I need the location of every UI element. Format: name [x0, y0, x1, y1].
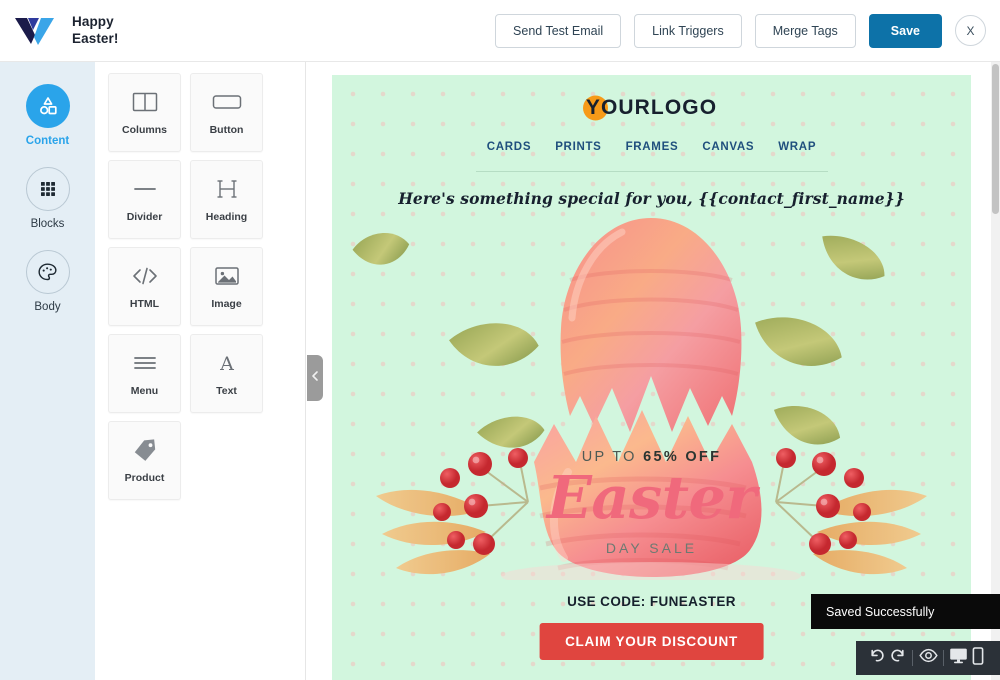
block-product[interactable]: Product [108, 421, 181, 500]
text-icon: A [215, 350, 239, 376]
email-content: YOURLOGO CARDS PRINTS FRAMES CANVAS WRAP… [332, 75, 971, 660]
send-test-email-button[interactable]: Send Test Email [495, 13, 622, 48]
nav-link-prints[interactable]: PRINTS [555, 141, 601, 153]
top-bar-actions: Send Test Email Link Triggers Merge Tags… [495, 13, 1000, 48]
blocks-grid: Columns Button Divider Heading HTML Imag… [108, 73, 298, 500]
mobile-view-button[interactable] [968, 645, 988, 671]
divider-icon [132, 176, 158, 202]
email-nav: CARDS PRINTS FRAMES CANVAS WRAP [332, 141, 971, 153]
block-label-image: Image [211, 298, 242, 310]
email-headline[interactable]: Here's something special for you, {{cont… [332, 189, 971, 208]
nav-link-canvas[interactable]: CANVAS [702, 141, 754, 153]
email-logo-row: YOURLOGO [332, 75, 971, 121]
svg-text:A: A [219, 353, 234, 375]
easter-title: Easter [546, 463, 757, 532]
desktop-view-button[interactable] [949, 645, 969, 671]
blocks-panel: Columns Button Divider Heading HTML Imag… [95, 62, 306, 680]
merge-tags-button[interactable]: Merge Tags [754, 13, 856, 48]
toolbar-separator-2 [942, 650, 944, 666]
heading-icon [215, 176, 239, 202]
block-divider[interactable]: Divider [108, 160, 181, 239]
yourlogo: YOURLOGO [582, 95, 718, 121]
eye-icon [918, 648, 938, 668]
email-canvas[interactable]: YOURLOGO CARDS PRINTS FRAMES CANVAS WRAP… [306, 62, 1000, 680]
link-triggers-button[interactable]: Link Triggers [634, 13, 742, 48]
claim-discount-button[interactable]: CLAIM YOUR DISCOUNT [539, 623, 764, 660]
toast-message: Saved Successfully [826, 604, 935, 619]
close-button[interactable]: X [955, 15, 986, 46]
left-rail: Content Blocks Body [0, 62, 95, 680]
grid-dots-icon [25, 167, 70, 211]
block-text[interactable]: A Text [190, 334, 263, 413]
campaign-title: Happy Easter! [72, 13, 119, 46]
rail-label-content: Content [25, 135, 70, 147]
block-html[interactable]: HTML [108, 247, 181, 326]
mobile-icon [972, 646, 984, 670]
nav-link-frames[interactable]: FRAMES [626, 141, 679, 153]
block-label-button: Button [209, 124, 244, 136]
block-image[interactable]: Image [190, 247, 263, 326]
block-button[interactable]: Button [190, 73, 263, 152]
image-icon [214, 263, 240, 289]
toast-notification: Saved Successfully [811, 594, 1000, 629]
tag-icon [132, 437, 158, 463]
block-label-menu: Menu [130, 385, 159, 397]
preview-button[interactable] [918, 645, 938, 671]
rail-item-content[interactable]: Content [25, 84, 70, 147]
button-icon [212, 89, 242, 115]
code-icon [131, 263, 159, 289]
redo-button[interactable] [888, 645, 908, 671]
easter-illustration[interactable]: UP TO 65% OFF Easter DAY SALE SHOP NOW [332, 210, 971, 580]
rail-label-blocks: Blocks [30, 218, 65, 230]
menu-icon [132, 350, 158, 376]
email-preview[interactable]: YOURLOGO CARDS PRINTS FRAMES CANVAS WRAP… [332, 75, 971, 680]
save-button[interactable]: Save [868, 13, 942, 48]
canvas-scrollbar[interactable] [991, 62, 1000, 680]
undo-icon [869, 647, 886, 669]
collapse-panel-handle[interactable] [307, 355, 323, 401]
block-label-product: Product [124, 472, 165, 484]
brand: Happy Easter! [0, 14, 118, 48]
day-sale-subtitle: DAY SALE [605, 540, 698, 556]
palette-icon [25, 250, 70, 294]
desktop-icon [949, 647, 968, 669]
email-builder-app: Happy Easter! Send Test Email Link Trigg… [0, 0, 1000, 680]
rail-label-body: Body [34, 301, 61, 313]
toolbar-separator [912, 650, 914, 666]
block-label-text: Text [216, 385, 237, 397]
bottom-toolbar [856, 641, 1000, 675]
block-menu[interactable]: Menu [108, 334, 181, 413]
shapes-icon [25, 84, 70, 128]
chevron-left-icon [311, 369, 320, 387]
block-columns[interactable]: Columns [108, 73, 181, 152]
rail-item-body[interactable]: Body [25, 250, 70, 313]
undo-button[interactable] [868, 645, 888, 671]
yourlogo-text: YOURLOGO [585, 96, 718, 119]
egg-top-shell [560, 218, 742, 432]
top-bar: Happy Easter! Send Test Email Link Trigg… [0, 0, 1000, 62]
block-label-html: HTML [129, 298, 160, 310]
rail-item-blocks[interactable]: Blocks [25, 167, 70, 230]
block-label-divider: Divider [126, 211, 163, 223]
block-label-heading: Heading [205, 211, 248, 223]
redo-icon [889, 647, 906, 669]
v-logo-icon [14, 15, 60, 47]
email-divider [475, 171, 828, 172]
block-label-columns: Columns [122, 124, 167, 136]
columns-icon [132, 89, 158, 115]
block-heading[interactable]: Heading [190, 160, 263, 239]
canvas-scrollbar-thumb[interactable] [992, 64, 999, 214]
nav-link-wrap[interactable]: WRAP [778, 141, 816, 153]
nav-link-cards[interactable]: CARDS [487, 141, 531, 153]
